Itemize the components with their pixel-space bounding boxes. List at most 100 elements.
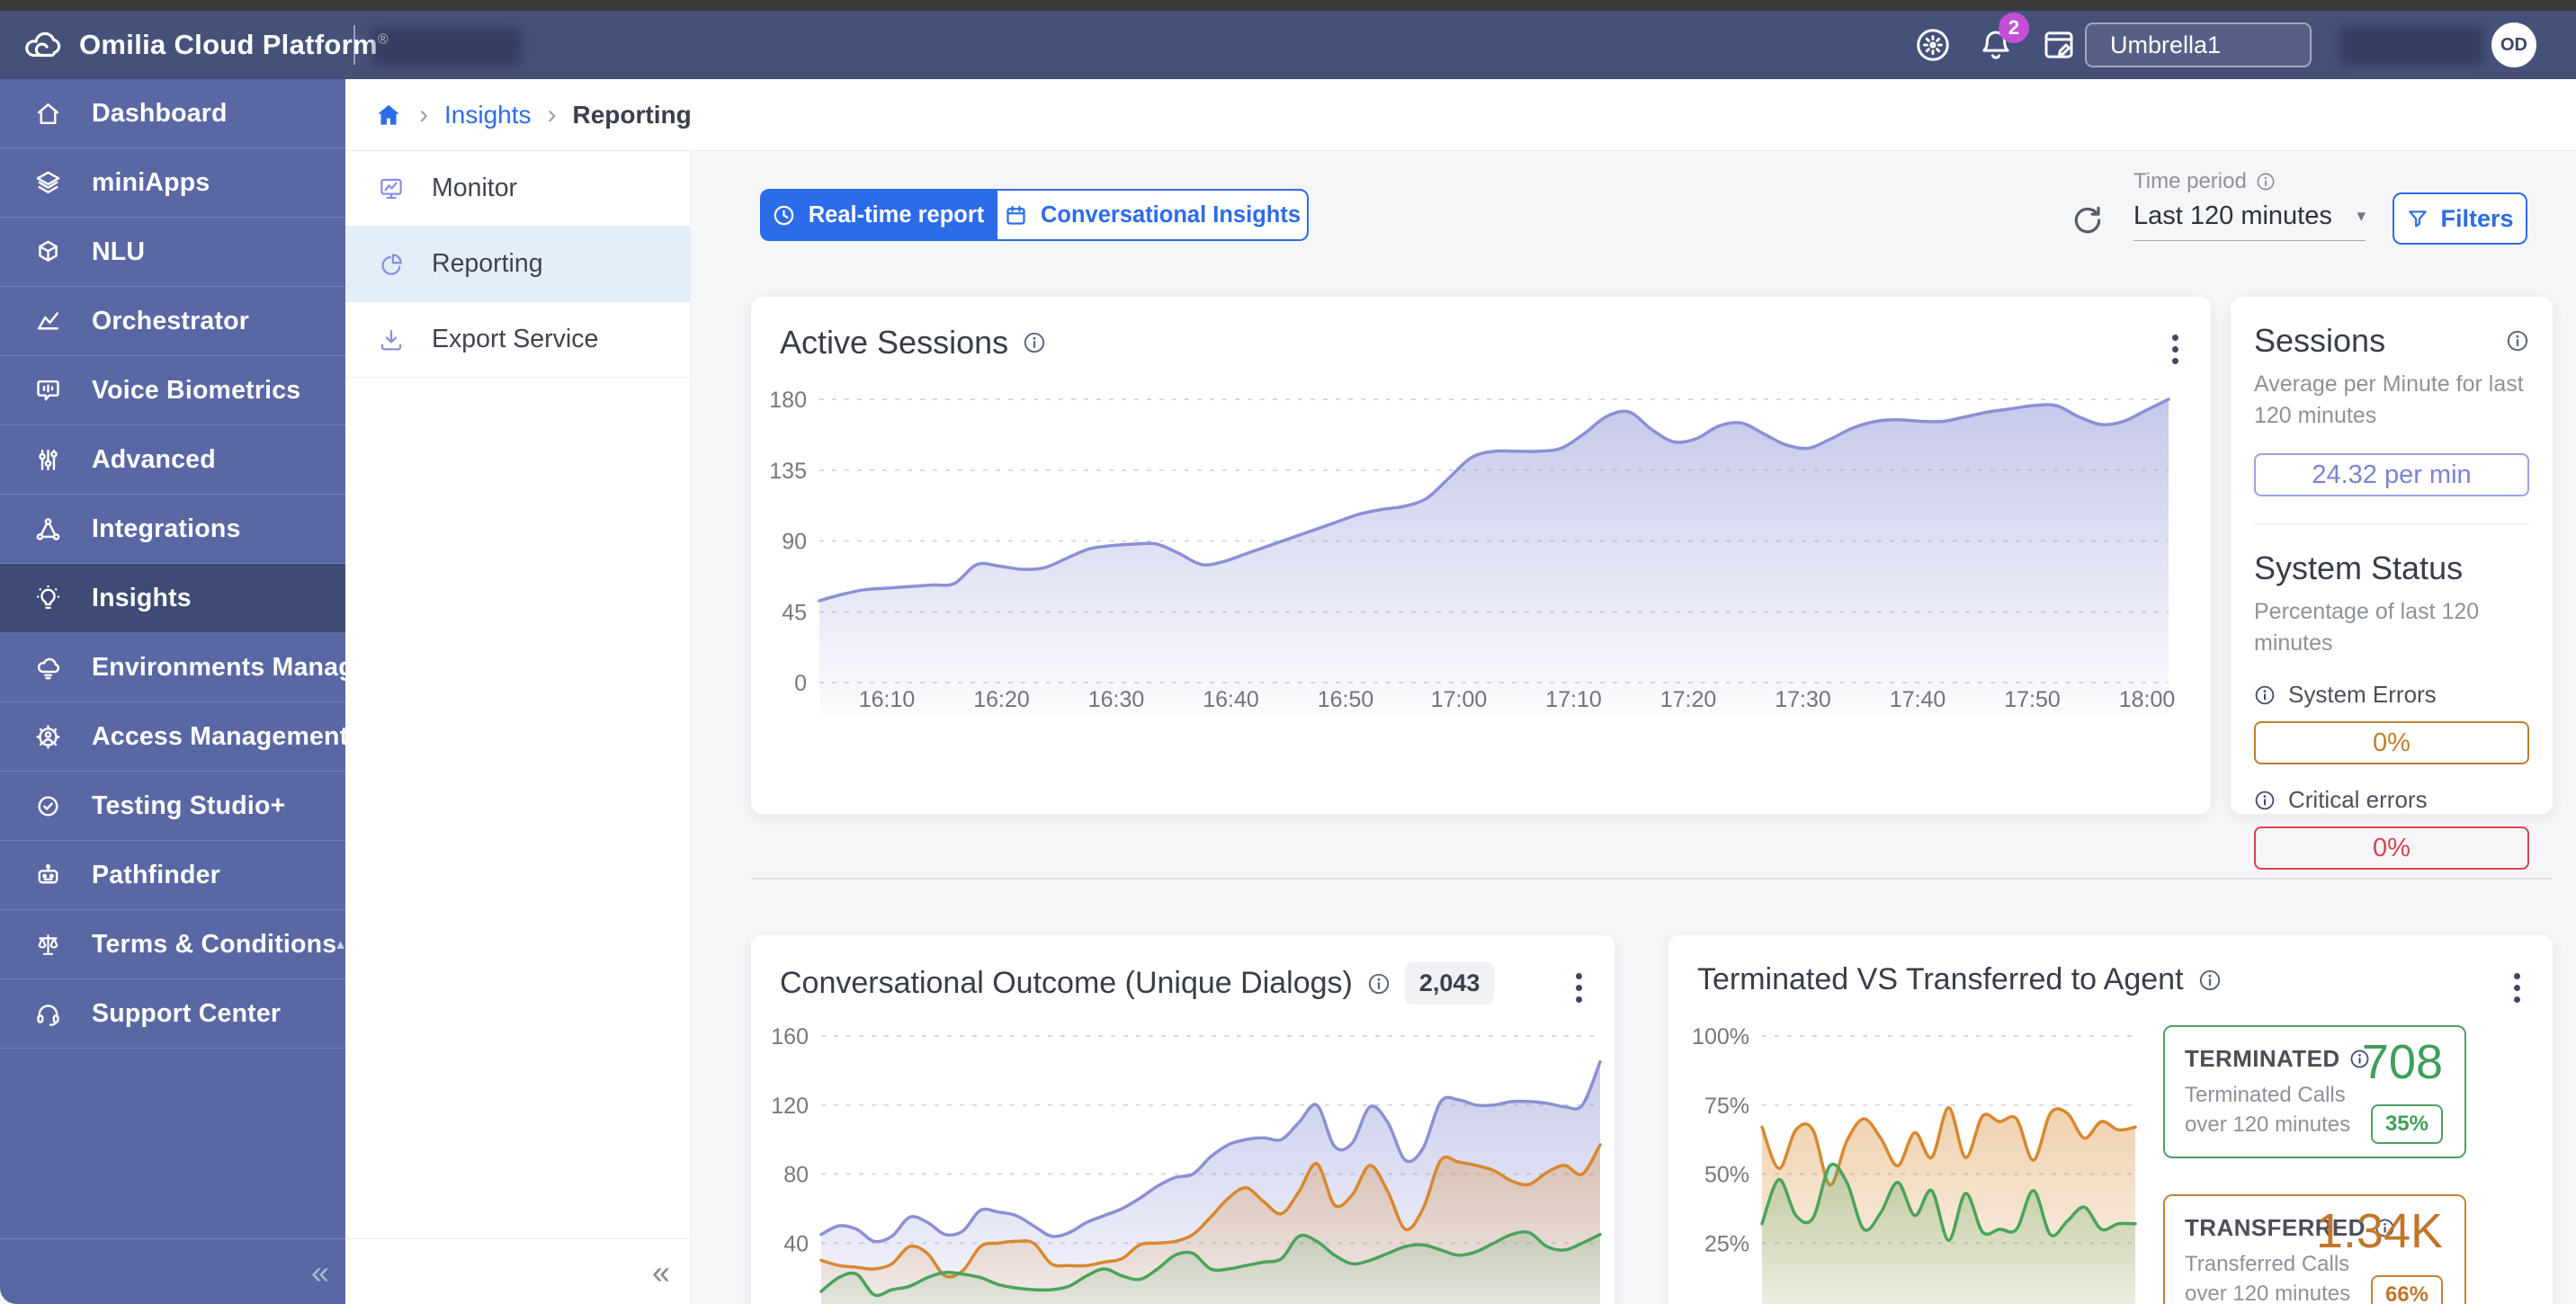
pathfinder-robot-icon bbox=[34, 862, 62, 889]
home-icon bbox=[34, 100, 62, 128]
kebab-menu-icon[interactable] bbox=[2167, 329, 2184, 370]
notifications-count-badge: 2 bbox=[1999, 13, 2029, 43]
tenant-name: Umbrella1 bbox=[2110, 31, 2221, 59]
breadcrumb-link-insights[interactable]: Insights bbox=[444, 101, 532, 130]
info-icon[interactable] bbox=[1023, 331, 1046, 354]
transferred-stat-value: 1.34K bbox=[2316, 1203, 2443, 1259]
svg-text:0: 0 bbox=[794, 671, 807, 696]
sidebar-item-label: Access Management bbox=[92, 722, 348, 752]
svg-text:90: 90 bbox=[782, 530, 807, 555]
breadcrumb-separator: › bbox=[419, 100, 428, 130]
svg-text:50%: 50% bbox=[1704, 1163, 1749, 1188]
sessions-rate-box: 24.32 per min bbox=[2254, 453, 2529, 496]
sessions-title: Sessions bbox=[2254, 322, 2385, 360]
critical-errors-row: Critical errors bbox=[2254, 786, 2529, 814]
conversational-outcome-title-row: Conversational Outcome (Unique Dialogs) … bbox=[751, 935, 1614, 1005]
sidebar-item-label: Terms & Conditions bbox=[92, 930, 336, 960]
info-icon[interactable] bbox=[2254, 684, 2276, 706]
kebab-menu-icon[interactable] bbox=[1570, 968, 1588, 1008]
sidebar-item-testing-studio[interactable]: Testing Studio+ bbox=[0, 772, 345, 841]
subnav-item-reporting[interactable]: Reporting bbox=[345, 227, 690, 302]
sidebar-bottom-divider bbox=[0, 1238, 345, 1239]
user-avatar[interactable]: OD bbox=[2491, 22, 2536, 67]
sidebar-item-advanced[interactable]: Advanced bbox=[0, 425, 345, 495]
svg-text:135: 135 bbox=[769, 459, 807, 484]
terminated-vs-transferred-chart: 25% 50% 75% 100% bbox=[1681, 1018, 2149, 1304]
sidebar-item-label: Insights bbox=[92, 584, 192, 613]
tab-label: Conversational Insights bbox=[1041, 202, 1301, 228]
subnav-item-monitor[interactable]: Monitor bbox=[345, 151, 690, 227]
section-divider bbox=[751, 878, 2553, 880]
sidebar-item-label: Support Center bbox=[92, 999, 281, 1029]
subnav-item-export-service[interactable]: Export Service bbox=[345, 302, 690, 378]
sidebar-item-orchestrator[interactable]: Orchestrator bbox=[0, 287, 345, 356]
testing-badge-icon bbox=[34, 792, 62, 820]
time-period-select[interactable]: Time period Last 120 minutes ▾ bbox=[2133, 169, 2366, 241]
info-icon[interactable] bbox=[2198, 969, 2222, 992]
conversational-outcome-card: Conversational Outcome (Unique Dialogs) … bbox=[751, 935, 1614, 1304]
time-period-label-row: Time period bbox=[2133, 169, 2366, 194]
info-icon[interactable] bbox=[2254, 790, 2276, 811]
sidebar-item-label: Pathfinder bbox=[92, 861, 220, 890]
layers-icon bbox=[34, 169, 62, 197]
tenant-selector-button[interactable]: Umbrella1 bbox=[2085, 22, 2312, 67]
chevron-up-icon[interactable]: ▴ bbox=[336, 935, 344, 953]
release-notes-icon[interactable] bbox=[2040, 26, 2078, 64]
refresh-icon[interactable] bbox=[2071, 203, 2106, 239]
clock-icon bbox=[772, 203, 796, 228]
terminated-stat-percent-badge: 35% bbox=[2371, 1104, 2443, 1144]
support-headset-icon bbox=[34, 1000, 62, 1028]
sidebar-item-insights[interactable]: Insights bbox=[0, 564, 345, 633]
breadcrumb-current-reporting: Reporting bbox=[573, 101, 692, 130]
svg-text:45: 45 bbox=[782, 600, 807, 625]
theme-sun-icon[interactable] bbox=[1914, 26, 1952, 64]
conversational-outcome-chart: 4080120160 bbox=[762, 1018, 1607, 1304]
system-errors-row: System Errors bbox=[2254, 681, 2529, 709]
svg-text:100%: 100% bbox=[1692, 1024, 1749, 1049]
sidebar-item-integrations[interactable]: Integrations bbox=[0, 495, 345, 564]
breadcrumb-home-icon[interactable] bbox=[374, 101, 403, 130]
svg-text:160: 160 bbox=[771, 1024, 809, 1049]
critical-errors-value-box: 0% bbox=[2254, 826, 2529, 870]
pie-chart-icon bbox=[378, 251, 405, 278]
sidebar-item-nlu[interactable]: NLU bbox=[0, 218, 345, 287]
insights-bulb-icon bbox=[34, 585, 62, 612]
integrations-icon bbox=[34, 515, 62, 543]
orchestrator-chart-icon bbox=[34, 308, 62, 335]
breadcrumb: › Insights › Reporting bbox=[345, 79, 2576, 151]
sidebar-item-dashboard[interactable]: Dashboard bbox=[0, 79, 345, 148]
sidebar-item-label: miniApps bbox=[92, 168, 210, 198]
kebab-menu-icon[interactable] bbox=[2509, 968, 2526, 1008]
info-icon[interactable] bbox=[1367, 972, 1391, 996]
filters-button[interactable]: Filters bbox=[2393, 192, 2527, 245]
info-icon[interactable] bbox=[2256, 172, 2276, 192]
terminated-stat-label: TERMINATED bbox=[2185, 1045, 2340, 1073]
info-icon[interactable] bbox=[2506, 329, 2529, 353]
critical-errors-label: Critical errors bbox=[2288, 786, 2428, 814]
tab-real-time-report[interactable]: Real-time report bbox=[760, 189, 996, 241]
subnav-collapse-button[interactable]: « bbox=[652, 1254, 670, 1291]
transferred-stat-percent-badge: 66% bbox=[2371, 1275, 2443, 1304]
sidebar-item-terms-conditions[interactable]: Terms & Conditions ▴ bbox=[0, 910, 345, 979]
svg-text:75%: 75% bbox=[1704, 1094, 1749, 1119]
sessions-head: Sessions bbox=[2254, 322, 2529, 360]
sidebar-item-miniapps[interactable]: miniApps bbox=[0, 148, 345, 218]
sidebar-collapse-button[interactable]: « bbox=[311, 1254, 329, 1291]
environments-cloud-icon bbox=[34, 654, 62, 682]
sidebar-item-pathfinder[interactable]: Pathfinder bbox=[0, 841, 345, 910]
redacted-region bbox=[2339, 26, 2484, 66]
sidebar-item-voice-biometrics[interactable]: Voice Biometrics bbox=[0, 356, 345, 425]
terminated-vs-transferred-title-row: Terminated VS Transferred to Agent bbox=[1668, 935, 2553, 997]
active-sessions-card: Active Sessions 0459013518016:1016:2016:… bbox=[751, 297, 2211, 814]
sidebar-item-environments-manager[interactable]: Environments Manager bbox=[0, 633, 345, 702]
calendar-icon bbox=[1004, 203, 1028, 228]
tab-conversational-insights[interactable]: Conversational Insights bbox=[996, 189, 1309, 241]
svg-text:120: 120 bbox=[771, 1094, 809, 1119]
time-period-value-row[interactable]: Last 120 minutes ▾ bbox=[2133, 201, 2366, 241]
terminated-stat-value: 708 bbox=[2362, 1034, 2443, 1090]
sidebar-item-access-management[interactable]: Access Management bbox=[0, 702, 345, 772]
download-icon bbox=[378, 326, 405, 353]
svg-text:25%: 25% bbox=[1704, 1231, 1749, 1256]
sidebar-item-support-center[interactable]: Support Center bbox=[0, 979, 345, 1049]
report-tabs: Real-time report Conversational Insights bbox=[760, 189, 1309, 241]
